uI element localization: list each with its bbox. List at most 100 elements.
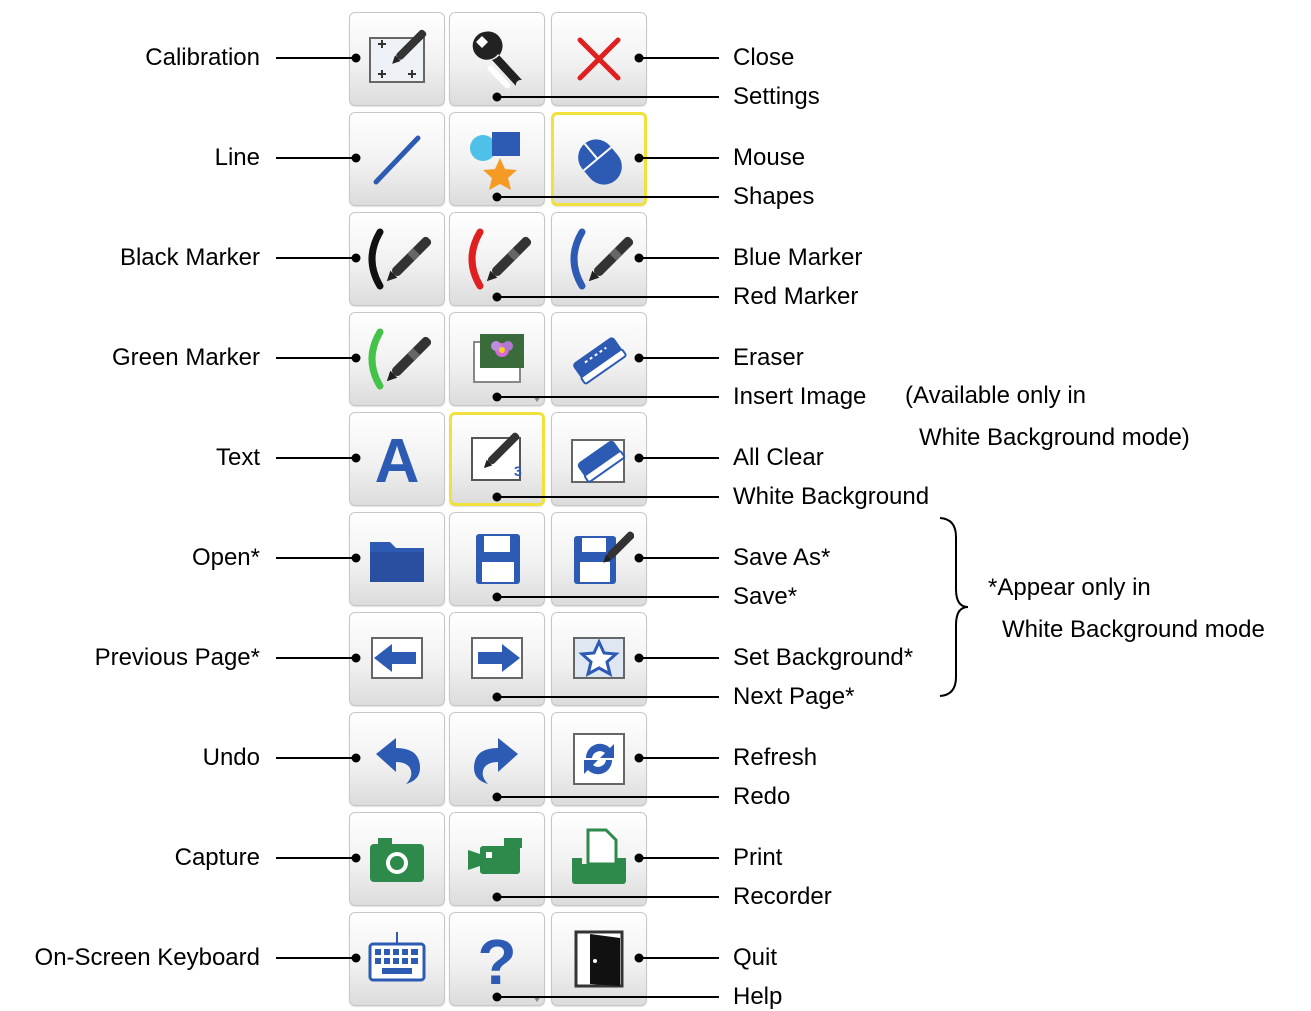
calibration-icon (369, 29, 427, 83)
door-quit-icon (574, 930, 624, 988)
redo-button[interactable] (449, 712, 545, 806)
text-a-icon: A (375, 427, 420, 494)
label-redo: Redo (733, 783, 791, 810)
label-recorder: Recorder (733, 883, 832, 910)
folder-button[interactable] (349, 512, 445, 606)
label-set-background: Set Background* (733, 644, 914, 671)
arrow-right-icon (471, 637, 523, 679)
label-settings: Settings (733, 83, 820, 110)
door-quit-button[interactable] (551, 912, 647, 1006)
line-icon (373, 135, 421, 185)
label-white-background: White Background (733, 483, 930, 510)
wrench-button[interactable] (449, 12, 545, 106)
calibration-button[interactable] (349, 12, 445, 106)
arrow-right-button[interactable] (449, 612, 545, 706)
text-a-button[interactable]: A (349, 412, 445, 506)
label-on-screen-keyboard: On-Screen Keyboard (34, 944, 260, 971)
white-mode-brace (939, 517, 969, 697)
green-marker-button[interactable] (349, 312, 445, 406)
insert-image-icon (473, 334, 524, 383)
print-button[interactable] (551, 812, 647, 906)
label-save-as: Save As* (733, 544, 831, 571)
label-capture: Capture (174, 844, 260, 871)
red-marker-icon (468, 228, 532, 290)
mouse-icon (578, 139, 622, 185)
close-x-icon (577, 37, 621, 81)
label-green-marker: Green Marker (111, 344, 260, 371)
label-red-marker: Red Marker (733, 283, 859, 310)
line-button[interactable] (349, 112, 445, 206)
question-mark-icon: ? (477, 926, 516, 994)
label-eraser: Eraser (733, 344, 804, 371)
folder-icon (370, 542, 424, 582)
label-help: Help (733, 983, 783, 1010)
white-background-icon: 3 (471, 432, 522, 481)
all-clear-button[interactable] (551, 412, 647, 506)
label-mouse: Mouse (733, 144, 806, 171)
label-open: Open* (191, 544, 260, 571)
black-marker-icon (368, 228, 432, 290)
redo-icon (474, 738, 518, 784)
floppy-save-as-icon (574, 531, 634, 584)
label-print: Print (733, 844, 783, 871)
label-shapes: Shapes (733, 183, 815, 210)
question-mark-button[interactable]: ? (449, 912, 545, 1006)
video-camera-icon (468, 838, 522, 874)
star-background-button[interactable] (551, 612, 647, 706)
label-refresh: Refresh (733, 744, 818, 771)
refresh-button[interactable] (551, 712, 647, 806)
star-background-icon (573, 637, 625, 679)
label-blue-marker: Blue Marker (733, 244, 863, 271)
all-clear-icon (571, 439, 626, 483)
label-calibration: Calibration (145, 44, 260, 71)
insert-image-note-line2: White Background mode) (919, 424, 1190, 451)
arrow-left-icon (371, 637, 423, 679)
floppy-save-as-button[interactable] (551, 512, 647, 606)
svg-text:?: ? (477, 926, 516, 994)
white-mode-note-line1: *Appear only in (988, 574, 1151, 601)
svg-text:3: 3 (514, 463, 522, 479)
arrow-left-button[interactable] (349, 612, 445, 706)
label-quit: Quit (733, 944, 778, 971)
camera-button[interactable] (349, 812, 445, 906)
label-previous-page: Previous Page* (94, 644, 260, 671)
label-close: Close (733, 44, 795, 71)
close-x-button[interactable] (551, 12, 647, 106)
label-black-marker: Black Marker (119, 244, 260, 271)
white-background-button[interactable]: 3 (449, 412, 545, 506)
shapes-icon (470, 132, 520, 190)
keyboard-button[interactable] (349, 912, 445, 1006)
dropdown-indicator-icon[interactable] (533, 996, 541, 1002)
label-save: Save* (733, 583, 798, 610)
insert-image-note-line1: (Available only in (905, 382, 1086, 409)
eraser-icon (573, 337, 627, 385)
floppy-save-button[interactable] (449, 512, 545, 606)
label-all-clear: All Clear (733, 444, 824, 471)
blue-marker-button[interactable] (551, 212, 647, 306)
refresh-icon (573, 733, 625, 785)
eraser-button[interactable] (551, 312, 647, 406)
undo-button[interactable] (349, 712, 445, 806)
label-line: Line (214, 144, 260, 171)
mouse-button[interactable] (551, 112, 647, 206)
floppy-save-icon (476, 534, 520, 584)
wrench-icon (472, 31, 522, 89)
svg-text:A: A (375, 427, 420, 494)
insert-image-button[interactable] (449, 312, 545, 406)
shapes-button[interactable] (449, 112, 545, 206)
dropdown-indicator-icon[interactable] (533, 396, 541, 402)
white-mode-note-line2: White Background mode (1002, 616, 1265, 643)
green-marker-icon (368, 328, 432, 390)
label-text: Text (215, 444, 260, 471)
label-next-page: Next Page* (733, 683, 855, 710)
keyboard-icon (368, 932, 426, 982)
print-icon (572, 828, 626, 884)
label-insert-image: Insert Image (733, 383, 867, 410)
video-camera-button[interactable] (449, 812, 545, 906)
label-undo: Undo (202, 744, 260, 771)
blue-marker-icon (570, 228, 634, 290)
camera-icon (370, 838, 424, 882)
black-marker-button[interactable] (349, 212, 445, 306)
red-marker-button[interactable] (449, 212, 545, 306)
undo-icon (376, 738, 420, 784)
